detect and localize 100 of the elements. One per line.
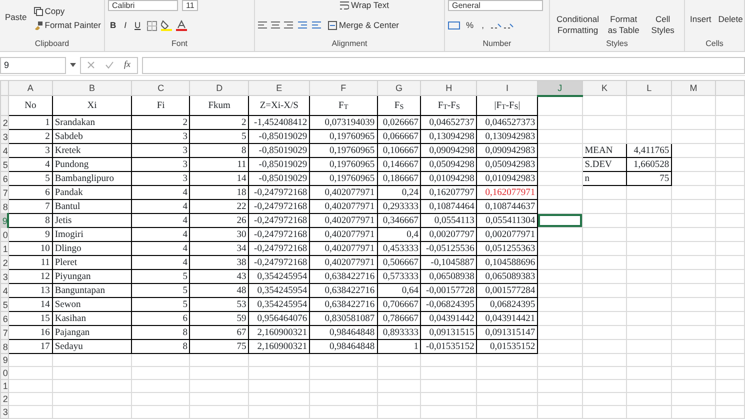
row-header[interactable]: 3	[0, 406, 8, 418]
delete-button[interactable]: Delete	[716, 14, 745, 25]
table-cell: 0,130942983	[476, 130, 538, 144]
column-header[interactable]: K	[582, 80, 627, 96]
row-header[interactable]: 8	[0, 200, 8, 214]
table-cell: 34	[190, 242, 249, 256]
table-cell: 0,090942983	[476, 144, 538, 158]
row-header[interactable]: 6	[0, 312, 8, 326]
row-header[interactable]: 5	[0, 298, 8, 312]
table-cell: 0,98464848	[310, 326, 378, 340]
table-cell: 0,64	[377, 284, 421, 298]
table-cell: -0,85019029	[248, 172, 310, 186]
row-header[interactable]: 5	[0, 158, 8, 172]
table-cell: Pundong	[52, 158, 132, 172]
column-header[interactable]: I	[476, 80, 538, 96]
column-header[interactable]: G	[377, 80, 421, 96]
cell-styles-button[interactable]: Cell Styles	[644, 14, 681, 36]
row-header[interactable]: 3	[0, 130, 8, 144]
insert-function-button[interactable]: fx	[124, 58, 130, 72]
row-header[interactable]: 4	[0, 284, 8, 298]
table-cell: 0,98464848	[310, 340, 378, 354]
column-header[interactable]: H	[420, 80, 477, 96]
table-cell: 0,786667	[377, 312, 421, 326]
table-cell: 0,830581087	[310, 312, 378, 326]
table-cell: 12	[8, 270, 52, 284]
group-label: Font	[170, 39, 188, 50]
merge-icon[interactable]	[328, 21, 337, 30]
font-size-field[interactable]: 11	[182, 0, 198, 11]
row-header[interactable]: 9	[0, 214, 8, 228]
table-cell: 3	[132, 144, 190, 158]
stat-label: MEAN	[582, 144, 627, 158]
insert-button[interactable]: Insert	[688, 14, 714, 25]
table-cell: 43	[190, 270, 249, 284]
table-cell: 0,638422716	[310, 284, 378, 298]
borders-icon[interactable]	[146, 20, 157, 30]
table-cell: 0,24	[377, 186, 421, 200]
percent-button[interactable]: %	[464, 20, 476, 31]
table-cell: 0,162077971	[476, 186, 538, 200]
currency-icon[interactable]	[448, 21, 460, 30]
selected-cell[interactable]	[538, 214, 582, 228]
column-header[interactable]: D	[190, 80, 249, 96]
row-header[interactable]: 1	[0, 380, 8, 392]
row-header[interactable]: 2	[0, 392, 8, 406]
row-header[interactable]: 0	[0, 228, 8, 242]
decimal-icon[interactable]	[490, 21, 514, 30]
number-format-field[interactable]: General	[448, 0, 543, 11]
table-cell: 0,354245954	[248, 298, 310, 312]
row-header[interactable]: 7	[0, 326, 8, 340]
paste-button[interactable]: Paste	[3, 12, 29, 23]
table-cell: 0,108744637	[476, 200, 538, 214]
table-cell: 15	[8, 312, 52, 326]
bold-button[interactable]: B	[108, 20, 118, 31]
group-label: Styles	[605, 39, 629, 50]
comma-button[interactable]: ,	[480, 20, 486, 31]
stat-value: 4,411765	[626, 144, 672, 158]
row-header[interactable]: 0	[0, 366, 8, 380]
font-name-field[interactable]: Calibri	[108, 0, 178, 11]
italic-button[interactable]: I	[122, 20, 129, 31]
row-header[interactable]: 3	[0, 270, 8, 284]
copy-icon[interactable]	[34, 7, 43, 16]
table-cell: 10	[8, 242, 52, 256]
indent-icon[interactable]	[298, 21, 322, 30]
brush-icon[interactable]	[34, 21, 43, 30]
name-box[interactable]: 9	[0, 56, 66, 74]
row-header[interactable]: 2	[0, 256, 8, 270]
copy-button[interactable]: Copy	[32, 6, 103, 17]
table-cell: -0,00157728	[420, 284, 477, 298]
row-header[interactable]: 2	[0, 116, 8, 130]
column-header[interactable]: B	[52, 80, 132, 96]
table-cell: Kretek	[52, 144, 132, 158]
table-cell: 4	[132, 214, 190, 228]
table-cell: 0,4	[377, 228, 421, 242]
column-header[interactable]: M	[672, 80, 716, 96]
row-header[interactable]: 1	[0, 242, 8, 256]
column-header[interactable]: E	[248, 80, 310, 96]
table-cell: -0,1045887	[420, 256, 477, 270]
column-header[interactable]: C	[132, 80, 190, 96]
row-header[interactable]: 7	[0, 186, 8, 200]
fill-color-icon[interactable]	[160, 20, 172, 31]
conditional-formatting-button[interactable]: Conditional Formatting	[553, 14, 603, 36]
formula-input-field[interactable]	[142, 56, 745, 74]
merge-center-button[interactable]: Merge & Center	[326, 20, 401, 31]
font-color-icon[interactable]	[176, 20, 187, 31]
format-painter-button[interactable]: Format Painter	[32, 20, 103, 31]
table-cell: 0,453333	[377, 242, 421, 256]
row-header[interactable]: 8	[0, 340, 8, 354]
underline-button[interactable]: U	[132, 20, 143, 31]
row-header[interactable]: 4	[0, 144, 8, 158]
column-header[interactable]: L	[626, 80, 672, 96]
wrap-text-icon[interactable]	[340, 1, 349, 10]
wrap-text-button[interactable]: Wrap Text	[338, 0, 401, 11]
column-header[interactable]: F	[310, 80, 378, 96]
column-header[interactable]: J	[538, 80, 582, 96]
row-header[interactable]: 9	[0, 354, 8, 366]
dropdown-caret-icon[interactable]	[70, 61, 76, 69]
table-cell: 0,106667	[377, 144, 421, 158]
column-header[interactable]: A	[8, 80, 52, 96]
align-icon[interactable]	[258, 21, 294, 30]
format-as-table-button[interactable]: Format as Table	[606, 14, 642, 36]
row-header[interactable]: 6	[0, 172, 8, 186]
